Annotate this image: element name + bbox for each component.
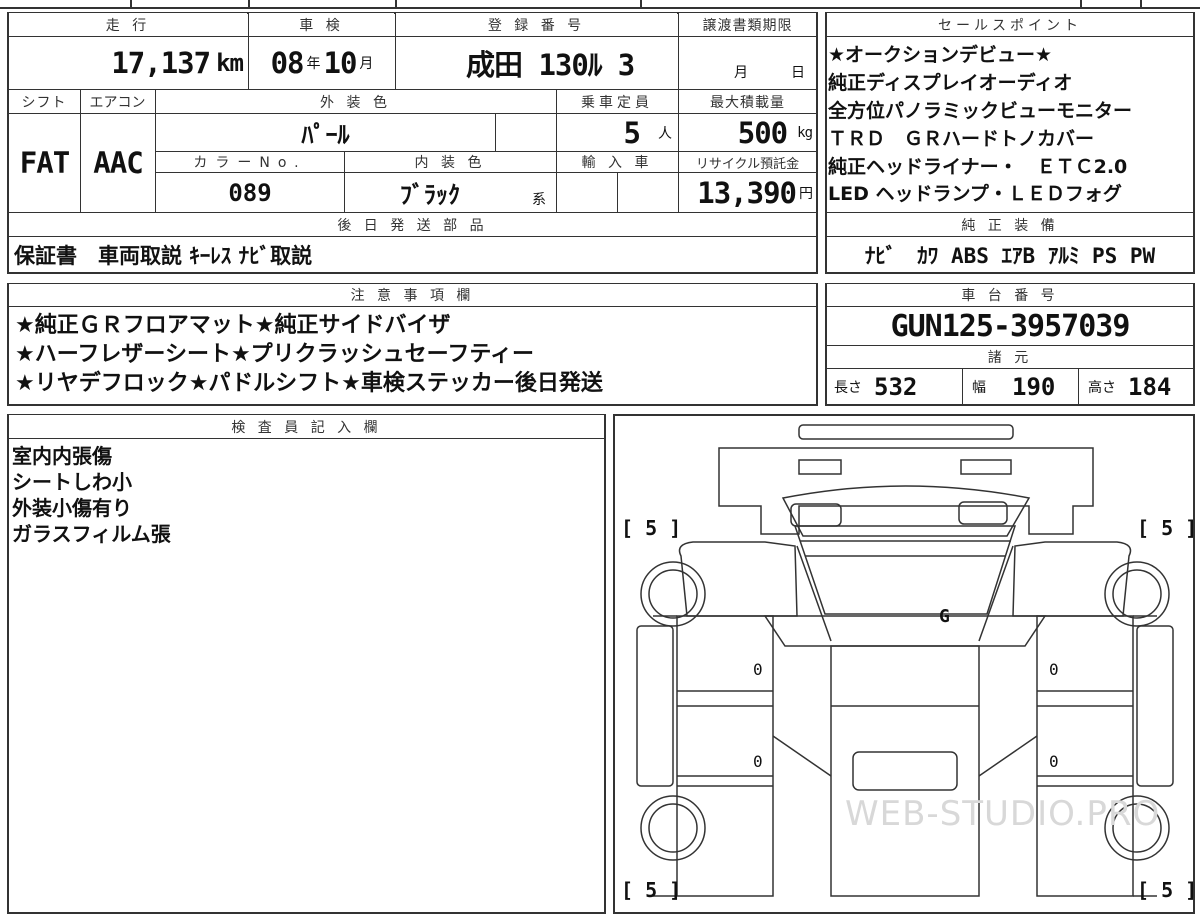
inspector-header: 検 査 員 記 入 欄 <box>9 415 604 438</box>
import-header: 輸 入 車 <box>557 152 677 172</box>
registration-number: 成田 130ﾙ 3 <box>466 48 635 82</box>
tire-grade-front-left: [ 5 ] <box>621 516 682 540</box>
damage-mark: 0 <box>753 752 763 771</box>
sales-point-line: LED ヘッドランプ・ＬＥＤフォグ <box>828 183 1122 205</box>
chassis-header: 車 台 番 号 <box>827 284 1193 306</box>
color-no-header: カラーNo. <box>156 152 344 172</box>
color-no-value: 089 <box>228 178 272 207</box>
specs-header: 諸 元 <box>827 346 1193 368</box>
note-line: ★リヤデフロック★パドルシフト★車検ステッカー後日発送 <box>15 371 603 396</box>
sales-point-line: ＴＲＤ ＧＲハードトノカバー <box>828 128 1095 150</box>
car-outline-drawing <box>636 424 1174 897</box>
sales-point-line: 全方位パノラミックビューモニター <box>828 100 1133 122</box>
transfer-deadline-value: 月 日 <box>734 65 805 81</box>
tire-grade-rear-left: [ 5 ] <box>621 878 682 902</box>
exterior-color-header: 外 装 色 <box>156 90 555 113</box>
spec-width: 幅 190 <box>972 373 1056 401</box>
transfer-deadline-header: 譲渡書類期限 <box>679 13 816 36</box>
capacity-value: 5人 <box>623 115 672 150</box>
inspector-line: 室内内張傷 <box>12 444 112 468</box>
equipment-items: ﾅﾋﾞ ｶﾜ ABS ｴｱB ｱﾙﾐ PS PW <box>864 244 1156 268</box>
max-load-value: 500 kg <box>737 115 813 150</box>
sales-points-header: セールスポイント <box>827 13 1193 36</box>
car-condition-diagram: [ 5 ] [ 5 ] [ 5 ] [ 5 ] G 0 0 0 0 WEB-ST… <box>613 414 1195 914</box>
inspector-line: ガラスフィルム張 <box>12 522 171 546</box>
interior-color-header: 内 装 色 <box>345 152 555 172</box>
tire-grade-rear-right: [ 5 ] <box>1137 878 1195 902</box>
inspector-line: 外装小傷有り <box>12 496 132 520</box>
sales-point-line: 純正ヘッドライナー・ ＥＴＣ2.0 <box>828 156 1128 178</box>
note-line: ★ハーフレザーシート★プリクラッシュセーフティー <box>15 342 535 367</box>
later-parts-items: 保証書 車両取説 ｷｰﾚｽ ﾅﾋﾞ取説 <box>14 244 313 268</box>
aircon-value: AAC <box>93 146 143 180</box>
max-load-header: 最大積載量 <box>679 90 816 113</box>
damage-mark: 0 <box>1049 752 1059 771</box>
interior-color-value: ﾌﾞﾗｯｸ <box>400 181 460 209</box>
inspection-date: 08 年 10 月 <box>270 46 374 80</box>
mileage-header: 走 行 <box>9 13 247 36</box>
watermark: WEB-STUDIO.PRO <box>845 794 1161 834</box>
spec-length: 長さ 532 <box>834 373 918 401</box>
mileage-value: 17,137 km <box>111 46 244 80</box>
sales-point-line: ★オークションデビュー★ <box>828 44 1053 66</box>
recycle-header: リサイクル預託金 <box>679 152 816 172</box>
exterior-color-value: ﾊﾟｰﾙ <box>301 121 350 149</box>
sales-point-line: 純正ディスプレイオーディオ <box>828 72 1073 94</box>
later-parts-header: 後 日 発 送 部 品 <box>9 213 816 236</box>
equipment-header: 純 正 装 備 <box>827 213 1193 236</box>
recycle-value: 13,390 円 <box>697 175 813 210</box>
notes-header: 注 意 事 項 欄 <box>9 284 816 306</box>
capacity-header: 乗車定員 <box>557 90 677 113</box>
inspection-header: 車 検 <box>249 13 394 36</box>
chassis-number: GUN125-3957039 <box>890 308 1131 344</box>
damage-mark: 0 <box>753 660 763 679</box>
tire-grade-front-right: [ 5 ] <box>1137 516 1195 540</box>
spec-height: 高さ 184 <box>1088 373 1172 401</box>
damage-mark-glass: G <box>939 606 950 627</box>
aircon-header: エアコン <box>81 90 154 113</box>
note-line: ★純正ＧＲフロアマット★純正サイドバイザ <box>15 313 451 338</box>
top-strip <box>0 0 1200 9</box>
shift-header: シフト <box>9 90 79 113</box>
interior-color-suffix: 系 <box>532 191 546 208</box>
shift-value: FAT <box>19 146 70 180</box>
registration-header: 登 録 番 号 <box>396 13 677 36</box>
inspector-line: シートしわ小 <box>12 470 132 494</box>
damage-mark: 0 <box>1049 660 1059 679</box>
